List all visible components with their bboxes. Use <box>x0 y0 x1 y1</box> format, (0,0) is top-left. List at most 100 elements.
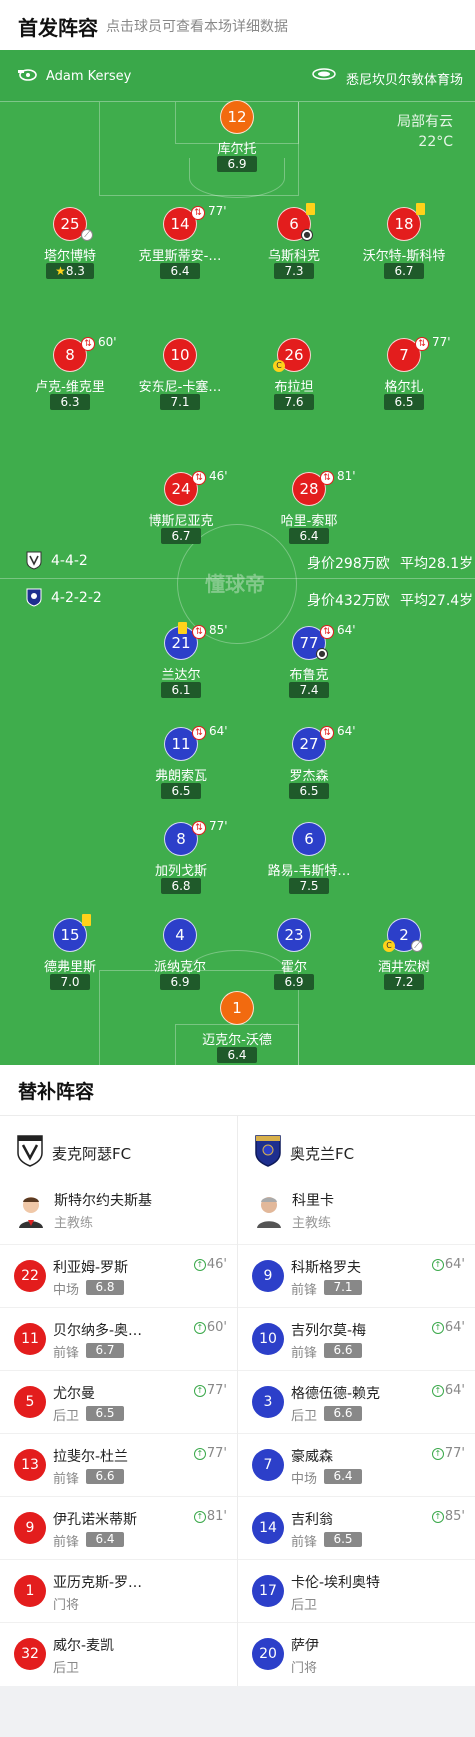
substitute-row[interactable]: 11 贝尔纳多-奥… 前锋 6.7 ↑ 60' <box>0 1307 237 1370</box>
player-rating: 6.5 <box>161 783 201 799</box>
substitute-number: 9 <box>252 1260 284 1292</box>
substitute-number: 14 <box>252 1512 284 1544</box>
substitution-minute: 85' <box>209 623 228 637</box>
player-rating: 6.9 <box>217 156 257 172</box>
player-name: 布鲁克 <box>289 668 329 683</box>
substitute-name: 威尔-麦凯 <box>53 1638 115 1654</box>
substitute-position: 门将 <box>53 1598 80 1613</box>
substitution-icon: ⇅ <box>415 337 429 351</box>
player-number: 10 <box>163 338 197 372</box>
substitution-minute: 46' <box>209 469 228 483</box>
captain-icon: C <box>383 940 395 952</box>
substitution-minute: 64' <box>337 724 356 738</box>
sub-in-time: ↑ 64' <box>431 1257 465 1272</box>
substitution-minute: 64' <box>337 623 356 637</box>
coach-avatar <box>254 1190 284 1228</box>
substitution-icon: ⇅ <box>320 726 334 740</box>
substitute-name: 科斯格罗夫 <box>291 1260 361 1276</box>
substitute-row[interactable]: 1 亚历克斯-罗… 门将 <box>0 1559 237 1622</box>
sub-in-time: ↑ 77' <box>193 1383 227 1398</box>
player-name: 布拉坦 <box>274 380 314 395</box>
player-name: 哈里-索耶 <box>280 514 338 529</box>
substitution-icon: ⇅ <box>192 821 206 835</box>
substitute-position: 中场 <box>53 1283 80 1298</box>
substitute-row[interactable]: 32 威尔-麦凯 后卫 <box>0 1622 237 1685</box>
substitute-row[interactable]: 22 利亚姆-罗斯 中场 6.8 ↑ 46' <box>0 1244 237 1307</box>
substitute-position: 后卫 <box>291 1598 318 1613</box>
substitute-name: 吉列尔莫-梅 <box>291 1323 367 1339</box>
away-team-summary[interactable]: 4-2-2-2 身价432万欧 平均27.4岁 <box>0 587 475 609</box>
substitute-row[interactable]: 3 格德伍德-赖克 后卫 6.6 ↑ 64' <box>238 1370 475 1433</box>
home-team-logo-icon <box>17 1135 43 1167</box>
substitute-name: 格德伍德-赖克 <box>291 1386 381 1402</box>
substitute-number: 5 <box>14 1386 46 1418</box>
player-rating: 6.4 <box>217 1047 257 1063</box>
player-rating: 6.7 <box>161 528 201 544</box>
lineup-header: 首发阵容 点击球员可查看本场详细数据 <box>0 0 475 50</box>
substitute-rating: 6.6 <box>324 1406 362 1421</box>
player-rating: 7.0 <box>50 974 90 990</box>
substitute-number: 22 <box>14 1260 46 1292</box>
coach-role: 主教练 <box>54 1216 94 1231</box>
substitute-name: 吉利翁 <box>291 1512 333 1528</box>
substitute-name: 伊孔诺米蒂斯 <box>53 1512 137 1528</box>
weather-temperature: 22°C <box>418 134 453 150</box>
weather-info: 局部有云 22°C <box>397 112 453 152</box>
player-rating: 7.6 <box>274 394 314 410</box>
lineup-title: 首发阵容 <box>18 16 98 40</box>
player-name: 路易-韦斯特… <box>267 864 351 879</box>
weather-condition: 局部有云 <box>397 114 453 130</box>
player-name: 格尔扎 <box>384 380 424 395</box>
stadium-name: 悉尼坎贝尔敦体育场 <box>346 73 464 88</box>
substitute-row[interactable]: 9 伊孔诺米蒂斯 前锋 6.4 ↑ 81' <box>0 1496 237 1559</box>
away-average-age: 平均27.4岁 <box>400 593 474 609</box>
substitute-rating: 7.1 <box>324 1280 362 1295</box>
player-rating: 7.1 <box>160 394 200 410</box>
substitute-position: 中场 <box>291 1472 318 1487</box>
substitute-row[interactable]: 5 尤尔曼 后卫 6.5 ↑ 77' <box>0 1370 237 1433</box>
substitute-rating: 6.4 <box>324 1469 362 1484</box>
player-rating: 7.3 <box>274 263 314 279</box>
substitute-position: 后卫 <box>53 1409 80 1424</box>
away-team-header[interactable]: 奥克兰FC <box>254 1134 464 1168</box>
substitution-icon: ⇅ <box>192 625 206 639</box>
sub-in-icon: ↑ <box>193 1259 206 1271</box>
player-rating: 6.1 <box>161 682 201 698</box>
substitute-row[interactable]: 10 吉列尔莫-梅 前锋 6.6 ↑ 64' <box>238 1307 475 1370</box>
substitute-rating: 6.5 <box>86 1406 124 1421</box>
substitution-icon: ⇅ <box>191 206 205 220</box>
substitute-row[interactable]: 17 卡伦-埃利奥特 后卫 <box>238 1559 475 1622</box>
home-team-summary[interactable]: 4-4-2 身价298万欧 平均28.1岁 <box>0 550 475 572</box>
substitute-position: 前锋 <box>53 1472 80 1487</box>
substitute-row[interactable]: 13 拉斐尔-杜兰 前锋 6.6 ↑ 77' <box>0 1433 237 1496</box>
match-info-bar: Adam Kersey 悉尼坎贝尔敦体育场 <box>0 50 475 102</box>
player-name: 弗朗索瓦 <box>154 769 207 784</box>
player-name: 安东尼-卡塞… <box>138 380 222 395</box>
captain-icon: C <box>273 360 285 372</box>
substitute-number: 13 <box>14 1449 46 1481</box>
player-number: 6 <box>292 822 326 856</box>
away-coach[interactable]: 科里卡 主教练 <box>254 1188 464 1234</box>
substitutes-title: 替补阵容 <box>18 1081 95 1103</box>
substitute-row[interactable]: 7 豪威森 中场 6.4 ↑ 77' <box>238 1433 475 1496</box>
substitute-number: 10 <box>252 1323 284 1355</box>
player-name: 卢克-维克里 <box>35 380 105 395</box>
away-substitutes: 奥克兰FC 科里卡 主教练 9 科斯格罗夫 前锋 7.1 ↑ 64' 10 吉列尔… <box>238 1116 475 1686</box>
referee-name: Adam Kersey <box>46 69 132 84</box>
home-team-header[interactable]: 麦克阿瑟FC <box>16 1134 226 1168</box>
substitute-row[interactable]: 9 科斯格罗夫 前锋 7.1 ↑ 64' <box>238 1244 475 1307</box>
substitution-minute: 77' <box>209 819 228 833</box>
away-formation: 4-2-2-2 <box>51 590 102 606</box>
substitute-name: 萨伊 <box>291 1638 319 1654</box>
player-rating: 7.2 <box>384 974 424 990</box>
substitute-row[interactable]: 20 萨伊 门将 <box>238 1622 475 1685</box>
substitute-row[interactable]: 14 吉利翁 前锋 6.5 ↑ 85' <box>238 1496 475 1559</box>
substitute-position: 前锋 <box>53 1346 80 1361</box>
pitch: Adam Kersey 悉尼坎贝尔敦体育场 局部有云 22°C 懂球帝 4-4-… <box>0 50 475 1065</box>
player-name: 乌斯科克 <box>267 249 320 264</box>
player-name: 派纳克尔 <box>153 960 206 975</box>
sub-in-time: ↑ 81' <box>193 1509 227 1524</box>
substitute-name: 豪威森 <box>291 1449 333 1465</box>
home-coach[interactable]: 斯特尔约夫斯基 主教练 <box>16 1188 226 1234</box>
substitute-position: 前锋 <box>291 1346 318 1361</box>
